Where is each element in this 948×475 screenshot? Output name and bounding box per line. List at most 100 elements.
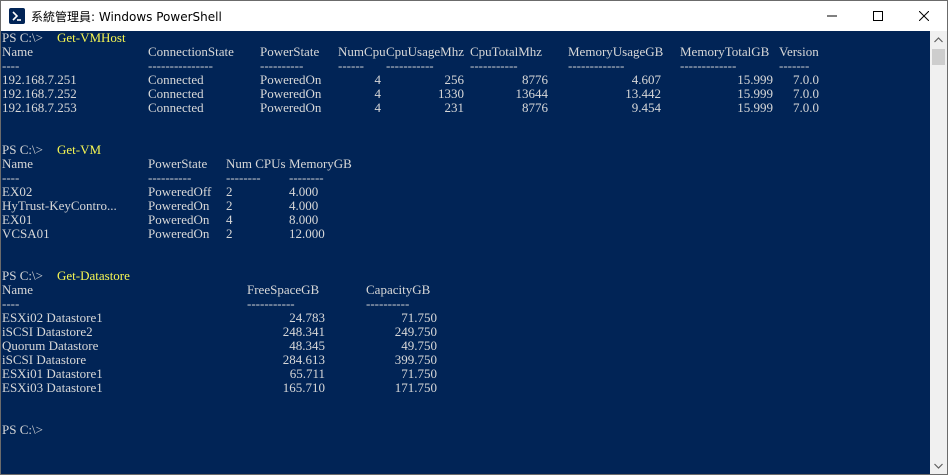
separator: ---------- bbox=[148, 170, 192, 185]
separator: ---------- bbox=[260, 58, 304, 73]
cell: VCSA01 bbox=[2, 226, 50, 241]
cell: PoweredOn bbox=[260, 100, 322, 115]
cell: Connected bbox=[148, 100, 204, 115]
cell: 13644 bbox=[515, 86, 549, 101]
column-header: Name bbox=[2, 44, 34, 59]
separator: ---- bbox=[2, 170, 20, 185]
cell: 15.999 bbox=[737, 86, 773, 101]
cell: EX02 bbox=[2, 184, 33, 199]
separator: ----------- bbox=[470, 58, 518, 73]
close-button[interactable] bbox=[901, 1, 947, 31]
table-row: ESXi01 Datastore1 65.711 71.750 bbox=[1, 367, 929, 381]
column-header: CpuUsageMhz bbox=[386, 44, 464, 59]
powershell-window: 系統管理員: Windows PowerShell PS C:\> Get-VM… bbox=[0, 0, 948, 475]
cell: PoweredOn bbox=[148, 212, 210, 227]
cell: ESXi03 Datastore1 bbox=[2, 380, 103, 395]
scroll-up-button[interactable] bbox=[930, 31, 947, 48]
separator: -------- bbox=[289, 170, 324, 185]
separator: -------- bbox=[226, 170, 261, 185]
chevron-up-icon bbox=[934, 36, 943, 42]
column-header: FreeSpaceGB bbox=[247, 282, 320, 297]
cell: 48.345 bbox=[289, 338, 325, 353]
cell: 8776 bbox=[522, 100, 548, 115]
title-bar[interactable]: 系統管理員: Windows PowerShell bbox=[1, 1, 947, 31]
cell: 2 bbox=[226, 184, 233, 199]
cell: 7.0.0 bbox=[793, 72, 819, 87]
table-header: Name PowerState Num CPUs MemoryGB bbox=[1, 157, 929, 171]
cell: 71.750 bbox=[401, 366, 437, 381]
prompt: PS C:\> bbox=[2, 422, 43, 437]
command-text: Get-VMHost bbox=[57, 31, 126, 45]
separator: ----------- bbox=[247, 296, 295, 311]
cell: 231 bbox=[444, 100, 465, 115]
separator: ------------- bbox=[568, 58, 625, 73]
scrollbar-thumb[interactable] bbox=[932, 49, 945, 65]
command-line: PS C:\> Get-Datastore bbox=[1, 269, 929, 283]
cell: 4 bbox=[374, 86, 382, 101]
table-header: Name ConnectionState PowerState NumCpu C… bbox=[1, 45, 929, 59]
cell: 4.000 bbox=[289, 184, 319, 199]
column-header: Name bbox=[2, 156, 34, 171]
minimize-icon bbox=[827, 15, 837, 17]
command-line[interactable]: PS C:\> bbox=[1, 423, 929, 437]
cell: 192.168.7.253 bbox=[2, 100, 77, 115]
cell: 1330 bbox=[438, 86, 464, 101]
separator: ----------- bbox=[386, 58, 434, 73]
separator: ------ bbox=[338, 58, 364, 73]
command-line: PS C:\> Get-VM bbox=[1, 143, 929, 157]
cell: 284.613 bbox=[282, 352, 325, 367]
table-separator: ---- ---------- -------- -------- bbox=[1, 171, 929, 185]
table-row: EX01 PoweredOn 4 8.000 bbox=[1, 213, 929, 227]
column-header: NumCpu bbox=[338, 44, 386, 59]
table-row: ESXi03 Datastore1 165.710 171.750 bbox=[1, 381, 929, 395]
table-row: EX02 PoweredOff 2 4.000 bbox=[1, 185, 929, 199]
cell: PoweredOff bbox=[148, 184, 212, 199]
cell: ESXi01 Datastore1 bbox=[2, 366, 103, 381]
cell: PoweredOn bbox=[148, 198, 210, 213]
cell: Quorum Datastore bbox=[2, 338, 99, 353]
cell: HyTrust-KeyContro... bbox=[2, 198, 117, 213]
column-header: PowerState bbox=[260, 44, 320, 59]
table-separator: ---- ----------- ---------- bbox=[1, 297, 929, 311]
command-line: PS C:\> Get-VMHost bbox=[1, 31, 929, 45]
cell: 2 bbox=[226, 226, 233, 241]
cell: 49.750 bbox=[401, 338, 437, 353]
cell: 256 bbox=[444, 72, 465, 87]
cell: 192.168.7.251 bbox=[2, 72, 77, 87]
cell: 4 bbox=[226, 212, 233, 227]
separator: ------- bbox=[779, 58, 810, 73]
table-row: 192.168.7.251 Connected PoweredOn 4 256 … bbox=[1, 73, 929, 87]
column-header: Version bbox=[779, 44, 819, 59]
cell: 7.0.0 bbox=[793, 100, 819, 115]
cell: 2 bbox=[226, 198, 233, 213]
cell: iSCSI Datastore2 bbox=[2, 324, 93, 339]
maximize-icon bbox=[873, 11, 883, 21]
scroll-down-button[interactable] bbox=[930, 457, 947, 474]
maximize-button[interactable] bbox=[855, 1, 901, 31]
cell: PoweredOn bbox=[260, 72, 322, 87]
cell: 4.000 bbox=[289, 198, 319, 213]
window-title: 系統管理員: Windows PowerShell bbox=[31, 9, 222, 24]
prompt: PS C:\> bbox=[2, 31, 43, 45]
column-header: MemoryTotalGB bbox=[680, 44, 770, 59]
vertical-scrollbar[interactable] bbox=[930, 31, 947, 474]
cell: 399.750 bbox=[394, 352, 437, 367]
cell: 4.607 bbox=[631, 72, 661, 87]
cell: 192.168.7.252 bbox=[2, 86, 77, 101]
console-output[interactable]: PS C:\> Get-VMHost Name ConnectionState … bbox=[1, 31, 929, 474]
column-header: MemoryGB bbox=[289, 156, 352, 171]
minimize-button[interactable] bbox=[809, 1, 855, 31]
table-row: iSCSI Datastore2 248.341 249.750 bbox=[1, 325, 929, 339]
cell: Connected bbox=[148, 86, 204, 101]
column-header: CapacityGB bbox=[366, 282, 431, 297]
table-row: 192.168.7.253 Connected PoweredOn 4 231 … bbox=[1, 101, 929, 115]
cell: iSCSI Datastore bbox=[2, 352, 87, 367]
cell: 7.0.0 bbox=[793, 86, 819, 101]
cell: 71.750 bbox=[401, 310, 437, 325]
cell: EX01 bbox=[2, 212, 33, 227]
